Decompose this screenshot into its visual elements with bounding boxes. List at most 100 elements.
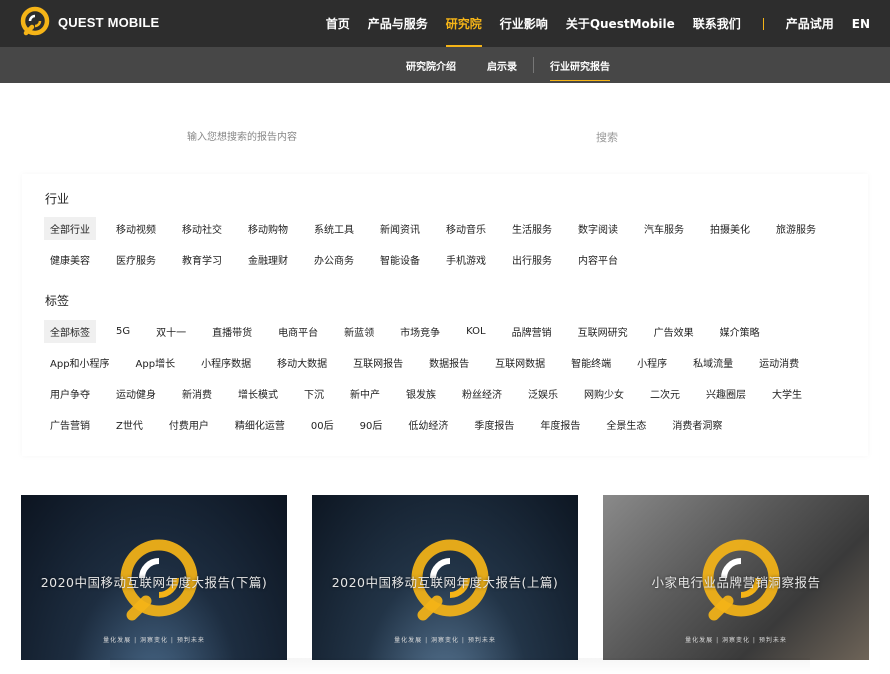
tags-row: 用户争夺 运动健身 新消费 增长模式 下沉 新中产 银发族 粉丝经济 泛娱乐 网购少女 二次元 兴趣圈… <box>44 378 864 409</box>
tags-tag[interactable]: 互联网研究 <box>572 320 634 343</box>
industry-tag[interactable]: 移动音乐 <box>440 217 492 240</box>
tags-tag[interactable]: 增长模式 <box>232 382 284 405</box>
tags-tag[interactable]: 品牌营销 <box>506 320 558 343</box>
industry-tag[interactable]: 移动社交 <box>176 217 228 240</box>
industry-tag[interactable]: 教育学习 <box>176 248 228 271</box>
tags-tag[interactable]: KOL <box>460 322 491 341</box>
industry-tag[interactable]: 医疗服务 <box>110 248 162 271</box>
industry-tag[interactable]: 出行服务 <box>506 248 558 271</box>
tags-tag[interactable]: 互联网数据 <box>489 351 551 374</box>
industry-tag[interactable]: 移动视频 <box>110 217 162 240</box>
tags-tag[interactable]: 互联网报告 <box>347 351 409 374</box>
tags-tag[interactable]: 新中产 <box>344 382 386 405</box>
brand-name: QUEST MOBILE <box>58 14 160 30</box>
industry-tag[interactable]: 全部行业 <box>44 217 96 240</box>
industry-tag[interactable]: 健康美容 <box>44 248 96 271</box>
tags-tag[interactable]: 移动大数据 <box>271 351 333 374</box>
report-card[interactable]: 小家电行业品牌营销洞察报告量化发展 | 洞察变化 | 预判未来 <box>603 495 869 660</box>
tags-tag[interactable]: App增长 <box>130 351 182 374</box>
tags-tag[interactable]: 广告营销 <box>44 413 96 436</box>
report-title: 2020中国移动互联网年度大报告(上篇) <box>331 575 559 590</box>
subnav-item-0[interactable]: 研究院介绍 <box>406 47 456 83</box>
industry-tag[interactable]: 移动购物 <box>242 217 294 240</box>
tags-tag[interactable]: 90后 <box>354 413 389 436</box>
tags-tag[interactable]: 5G <box>110 322 136 341</box>
tags-tag[interactable]: 小程序数据 <box>195 351 257 374</box>
industry-tag[interactable]: 办公商务 <box>308 248 360 271</box>
industry-tag[interactable]: 手机游戏 <box>440 248 492 271</box>
industry-tag[interactable]: 金融理财 <box>242 248 294 271</box>
nav-item-1[interactable]: 产品与服务 <box>368 0 428 47</box>
report-title: 小家电行业品牌营销洞察报告 <box>651 575 821 590</box>
tags-tag[interactable]: 广告效果 <box>648 320 700 343</box>
tags-tag[interactable]: 全部标签 <box>44 320 96 343</box>
tags-tag[interactable]: 下沉 <box>298 382 330 405</box>
report-slogan: 量化发展 | 洞察变化 | 预判未来 <box>394 637 496 644</box>
tags-tag[interactable]: 大学生 <box>766 382 808 405</box>
nav-item-0[interactable]: 首页 <box>326 0 350 47</box>
subnav-item-2[interactable]: 行业研究报告 <box>550 47 610 83</box>
report-slogan: 量化发展 | 洞察变化 | 预判未来 <box>103 637 205 644</box>
sub-navbar: 研究院介绍 启示录 行业研究报告 <box>0 47 890 83</box>
tags-tag[interactable]: 付费用户 <box>163 413 215 436</box>
language-switch[interactable]: EN <box>852 0 870 47</box>
industry-row: 全部行业 移动视频 移动社交 移动购物 系统工具 新闻资讯 移动音乐 生活服务 数字阅读 汽车服务… <box>44 213 864 244</box>
subnav-item-1[interactable]: 启示录 <box>487 47 517 83</box>
tags-tag[interactable]: 精细化运营 <box>229 413 291 436</box>
tags-tag[interactable]: 低幼经济 <box>402 413 454 436</box>
report-search: 搜索 <box>180 124 630 150</box>
tags-tag[interactable]: 用户争夺 <box>44 382 96 405</box>
tags-tag[interactable]: 新蓝领 <box>338 320 380 343</box>
report-list: 2020中国移动互联网年度大报告(下篇) 量化发展 | 洞察变化 | 预判未来 20… <box>0 495 890 665</box>
tags-tag[interactable]: App和小程序 <box>44 351 116 374</box>
tags-tag[interactable]: 消费者洞察 <box>666 413 728 436</box>
search-button[interactable]: 搜索 <box>596 129 618 145</box>
tags-tag[interactable]: 新消费 <box>176 382 218 405</box>
report-slogan: 量化发展 | 洞察变化 | 预判未来 <box>685 637 787 644</box>
tags-tag[interactable]: 运动消费 <box>753 351 805 374</box>
nav-item-4[interactable]: 关于QuestMobile <box>566 0 675 47</box>
nav-item-3[interactable]: 行业影响 <box>500 0 548 47</box>
report-card[interactable]: 2020中国移动互联网年度大报告(下篇) 量化发展 | 洞察变化 | 预判未来 <box>21 495 287 660</box>
tags-tag[interactable]: 季度报告 <box>468 413 520 436</box>
industry-tags: 全部行业 移动视频 移动社交 移动购物 系统工具 新闻资讯 移动音乐 生活服务 数字阅读 汽车服务… <box>44 213 864 275</box>
tags-tag[interactable]: 年度报告 <box>534 413 586 436</box>
tags-tag[interactable]: 媒介策略 <box>714 320 766 343</box>
tags-tag[interactable]: 粉丝经济 <box>456 382 508 405</box>
industry-tag[interactable]: 生活服务 <box>506 217 558 240</box>
main-nav: 首页 产品与服务 研究院 行业影响 关于QuestMobile 联系我们 产品试用 EN <box>326 0 890 47</box>
tags-tag[interactable]: 直播带货 <box>206 320 258 343</box>
report-card[interactable]: 2020中国移动互联网年度大报告(上篇) 量化发展 | 洞察变化 | 预判未来 <box>312 495 578 660</box>
tags-tag[interactable]: Z世代 <box>110 413 149 436</box>
tags-tag[interactable]: 泛娱乐 <box>522 382 564 405</box>
industry-tag[interactable]: 汽车服务 <box>638 217 690 240</box>
tags-tag[interactable]: 小程序 <box>631 351 673 374</box>
tags-tag[interactable]: 网购少女 <box>578 382 630 405</box>
industry-tag[interactable]: 内容平台 <box>572 248 624 271</box>
brand-logo[interactable]: QUEST MOBILE <box>20 6 159 38</box>
nav-item-2[interactable]: 研究院 <box>445 0 482 47</box>
tags-tag[interactable]: 市场竞争 <box>394 320 446 343</box>
tags-tag[interactable]: 兴趣圈层 <box>700 382 752 405</box>
tags-tag[interactable]: 电商平台 <box>272 320 324 343</box>
tags-row: App和小程序 App增长 小程序数据 移动大数据 互联网报告 数据报告 互联网数据 智能终端… <box>44 347 864 378</box>
industry-tag[interactable]: 智能设备 <box>374 248 426 271</box>
tags-tag[interactable]: 银发族 <box>400 382 442 405</box>
tags-tag[interactable]: 双十一 <box>150 320 192 343</box>
industry-tag[interactable]: 新闻资讯 <box>374 217 426 240</box>
search-input[interactable] <box>180 124 580 150</box>
tags-tag[interactable]: 智能终端 <box>565 351 617 374</box>
industry-tag[interactable]: 数字阅读 <box>572 217 624 240</box>
nav-divider <box>762 17 764 30</box>
tags-tag[interactable]: 00后 <box>305 413 340 436</box>
product-trial-link[interactable]: 产品试用 <box>786 0 834 47</box>
tags-tag[interactable]: 全景生态 <box>600 413 652 436</box>
nav-item-5[interactable]: 联系我们 <box>693 0 741 47</box>
industry-tag[interactable]: 系统工具 <box>308 217 360 240</box>
industry-tag[interactable]: 旅游服务 <box>770 217 822 240</box>
industry-tag[interactable]: 拍摄美化 <box>704 217 756 240</box>
tags-tag[interactable]: 二次元 <box>644 382 686 405</box>
tags-tag[interactable]: 私域流量 <box>687 351 739 374</box>
tags-tag[interactable]: 运动健身 <box>110 382 162 405</box>
tags-tag[interactable]: 数据报告 <box>423 351 475 374</box>
